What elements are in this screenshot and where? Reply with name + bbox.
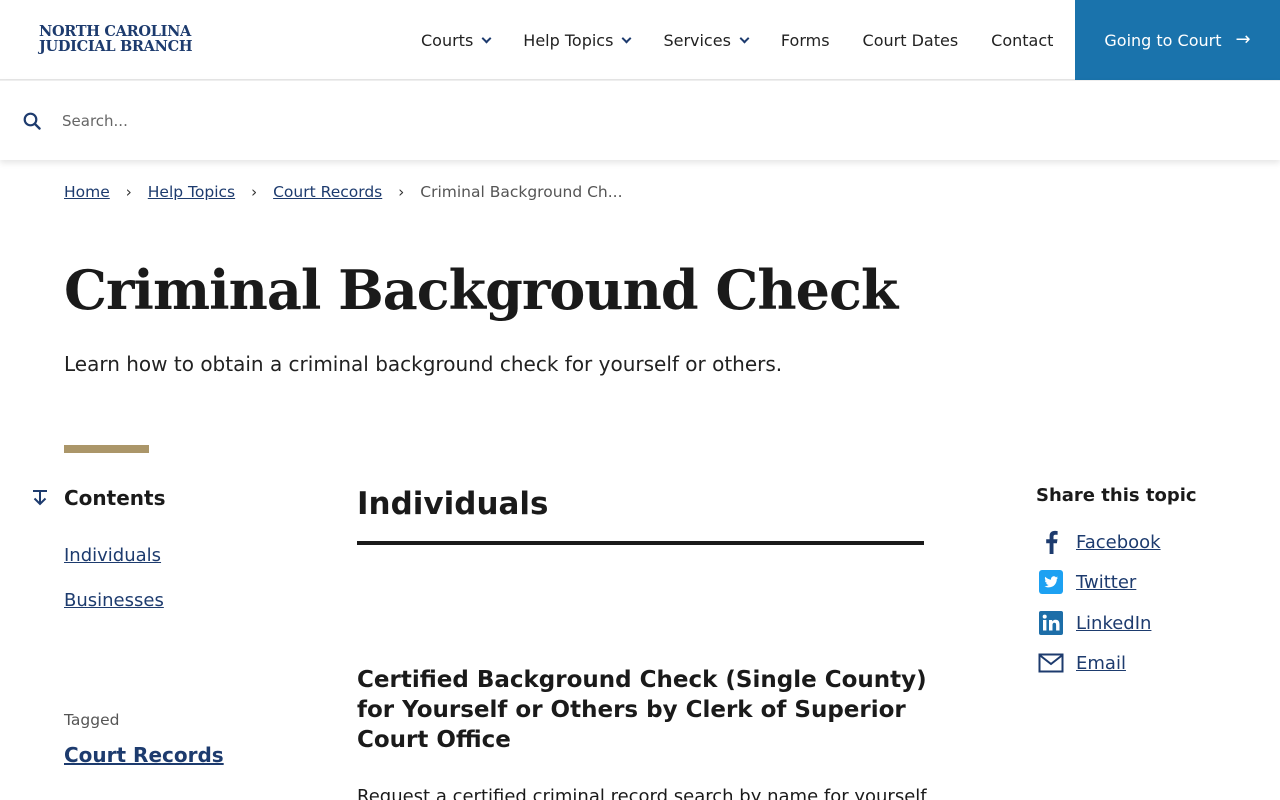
- going-to-court-label: Going to Court: [1104, 30, 1222, 50]
- nav-contact[interactable]: Contact: [991, 31, 1053, 50]
- chevron-right-icon: ›: [251, 183, 258, 201]
- nav-contact-label: Contact: [991, 30, 1054, 50]
- logo-line-2: JUDICIAL BRANCH: [39, 38, 193, 55]
- share-linkedin[interactable]: LinkedIn: [1038, 610, 1151, 636]
- site-header: NORTH CAROLINA JUDICIAL BRANCH Courts He…: [0, 0, 1280, 80]
- share-email-label: Email: [1076, 652, 1126, 674]
- arrow-down-to-line-icon[interactable]: [31, 489, 49, 509]
- search-icon[interactable]: [23, 112, 41, 130]
- breadcrumb-help-topics[interactable]: Help Topics: [148, 183, 235, 201]
- breadcrumb-current: Criminal Background Ch...: [420, 183, 623, 201]
- chevron-right-icon: ›: [398, 183, 405, 201]
- site-logo[interactable]: NORTH CAROLINA JUDICIAL BRANCH: [39, 23, 193, 55]
- nav-help-topics-label: Help Topics: [523, 30, 614, 50]
- main-nav: Courts Help Topics Services Forms Court …: [421, 0, 1053, 80]
- facebook-icon: [1038, 529, 1064, 555]
- nav-forms-label: Forms: [780, 30, 830, 50]
- nav-court-dates-label: Court Dates: [862, 30, 959, 50]
- email-icon: [1038, 650, 1064, 676]
- page-subtitle: Learn how to obtain a criminal backgroun…: [64, 352, 783, 376]
- section-heading: Individuals: [357, 486, 549, 522]
- share-title: Share this topic: [1036, 485, 1197, 506]
- search-input[interactable]: [62, 106, 962, 136]
- chevron-down-icon: [481, 33, 492, 43]
- contents-title: Contents: [64, 486, 166, 510]
- chevron-down-icon: [739, 33, 750, 43]
- toc-link-businesses[interactable]: Businesses: [64, 590, 164, 611]
- going-to-court-button[interactable]: Going to Court →: [1075, 0, 1280, 80]
- breadcrumb: Home › Help Topics › Court Records › Cri…: [64, 183, 623, 201]
- share-email[interactable]: Email: [1038, 650, 1126, 676]
- nav-help-topics[interactable]: Help Topics: [523, 30, 632, 50]
- chevron-down-icon: [621, 33, 632, 43]
- share-twitter-label: Twitter: [1076, 571, 1137, 593]
- nav-services-label: Services: [663, 30, 731, 50]
- breadcrumb-home[interactable]: Home: [64, 183, 110, 201]
- linkedin-icon: [1038, 610, 1064, 636]
- share-twitter[interactable]: Twitter: [1038, 569, 1136, 595]
- tagged-label: Tagged: [64, 711, 120, 729]
- logo-line-1: NORTH CAROLINA: [39, 23, 191, 40]
- share-linkedin-label: LinkedIn: [1076, 612, 1152, 634]
- nav-courts[interactable]: Courts: [421, 30, 492, 50]
- page-title: Criminal Background Check: [64, 258, 898, 322]
- section-divider: [357, 541, 924, 545]
- article-title: Certified Background Check (Single Count…: [357, 667, 927, 753]
- arrow-right-icon: →: [1235, 29, 1251, 50]
- chevron-right-icon: ›: [125, 183, 132, 201]
- share-facebook-label: Facebook: [1076, 531, 1161, 553]
- search-bar: [0, 80, 1280, 160]
- nav-forms[interactable]: Forms: [781, 31, 830, 50]
- nav-services[interactable]: Services: [663, 30, 750, 50]
- nav-courts-label: Courts: [421, 30, 474, 50]
- tag-link-court-records[interactable]: Court Records: [64, 743, 224, 767]
- breadcrumb-court-records[interactable]: Court Records: [273, 183, 382, 201]
- nav-court-dates[interactable]: Court Dates: [863, 31, 959, 50]
- twitter-icon: [1038, 569, 1064, 595]
- article-text: Request a certified criminal record sear…: [357, 786, 927, 800]
- toc-link-individuals[interactable]: Individuals: [64, 545, 161, 566]
- share-facebook[interactable]: Facebook: [1038, 529, 1161, 555]
- accent-divider: [64, 445, 149, 453]
